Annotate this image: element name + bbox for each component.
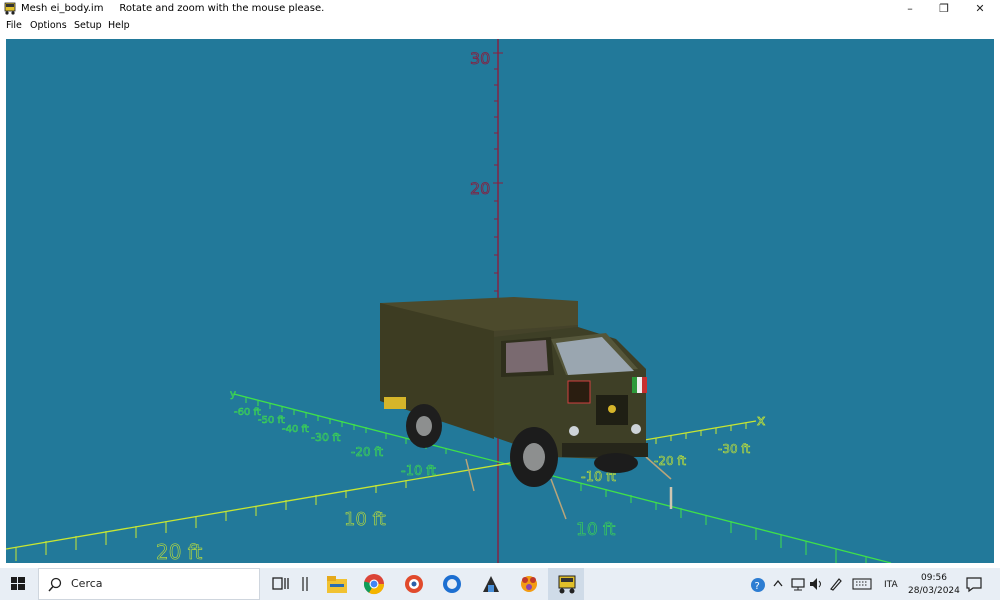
title-bar: Mesh ei_body.im Rotate and zoom with the… bbox=[0, 0, 1000, 18]
search-box[interactable]: Cerca bbox=[38, 568, 260, 600]
app-truck-icon bbox=[4, 2, 16, 15]
pen-icon[interactable] bbox=[828, 576, 844, 592]
app-icon-blue[interactable] bbox=[440, 572, 464, 596]
close-button[interactable]: ✕ bbox=[963, 0, 997, 18]
x-front-tick-label: 20 ft bbox=[156, 540, 202, 563]
clock-date[interactable]: 28/03/2024 bbox=[908, 586, 960, 596]
file-explorer-icon[interactable] bbox=[325, 573, 349, 595]
y-tick-label: -40 ft bbox=[282, 424, 309, 435]
app-icon-dark[interactable] bbox=[479, 572, 503, 596]
restore-button[interactable]: ❐ bbox=[927, 0, 961, 18]
y-tick-label: -60 ft bbox=[234, 407, 261, 418]
language-indicator[interactable]: ITA bbox=[884, 580, 898, 590]
app-icon-orange[interactable] bbox=[517, 572, 541, 596]
x-tick-labels: -30 ft -20 ft -10 ft 10 ft 20 ft bbox=[156, 442, 751, 563]
menu-help[interactable]: Help bbox=[108, 20, 130, 31]
minimize-button[interactable]: – bbox=[893, 0, 927, 18]
y-tick-label: -30 ft bbox=[311, 431, 341, 444]
menu-setup[interactable]: Setup bbox=[74, 20, 102, 31]
window-title: Mesh ei_body.im Rotate and zoom with the… bbox=[21, 3, 325, 14]
x-tick-label: -20 ft bbox=[654, 454, 686, 468]
widgets-icon[interactable] bbox=[300, 575, 310, 593]
menu-bar: File Options Setup Help bbox=[0, 18, 1000, 34]
y-axis-label: y bbox=[230, 389, 236, 400]
chrome-icon[interactable] bbox=[362, 572, 386, 596]
x-axis-label: x bbox=[757, 413, 765, 429]
network-icon[interactable] bbox=[790, 576, 806, 592]
app-icon-red[interactable] bbox=[402, 572, 426, 596]
speaker-icon[interactable] bbox=[808, 576, 824, 592]
notifications-icon[interactable] bbox=[965, 575, 983, 593]
task-view-icon[interactable] bbox=[271, 575, 291, 593]
z-tick-label-30: 30 bbox=[470, 49, 490, 68]
start-windows-icon[interactable] bbox=[8, 568, 30, 600]
x-front-tick-label: 10 ft bbox=[344, 509, 386, 530]
clock-time[interactable]: 09:56 bbox=[921, 573, 947, 583]
mesh-viewport[interactable]: 30 20 y x -60 ft -50 ft -40 ft -30 ft -2… bbox=[6, 39, 994, 563]
mesh-viewer-icon[interactable] bbox=[556, 573, 578, 595]
help-notification-icon[interactable]: ? bbox=[749, 576, 767, 594]
y-tick-label: -20 ft bbox=[351, 445, 383, 459]
chevron-up-icon[interactable] bbox=[772, 578, 784, 590]
menu-options[interactable]: Options bbox=[30, 20, 67, 31]
z-tick-label-20: 20 bbox=[470, 179, 490, 198]
y-tick-label: -10 ft bbox=[401, 464, 436, 479]
x-tick-label: -30 ft bbox=[718, 442, 750, 456]
search-icon bbox=[48, 577, 62, 592]
viewport-canvas[interactable]: 30 20 y x -60 ft -50 ft -40 ft -30 ft -2… bbox=[6, 39, 994, 563]
menu-file[interactable]: File bbox=[6, 20, 22, 31]
keyboard-icon[interactable] bbox=[852, 577, 872, 591]
truck-mesh bbox=[380, 297, 673, 520]
y-front-tick-label: 10 ft bbox=[576, 520, 616, 540]
search-placeholder: Cerca bbox=[71, 577, 103, 590]
y-tick-label: -50 ft bbox=[258, 415, 285, 426]
svg-text:?: ? bbox=[755, 581, 760, 592]
